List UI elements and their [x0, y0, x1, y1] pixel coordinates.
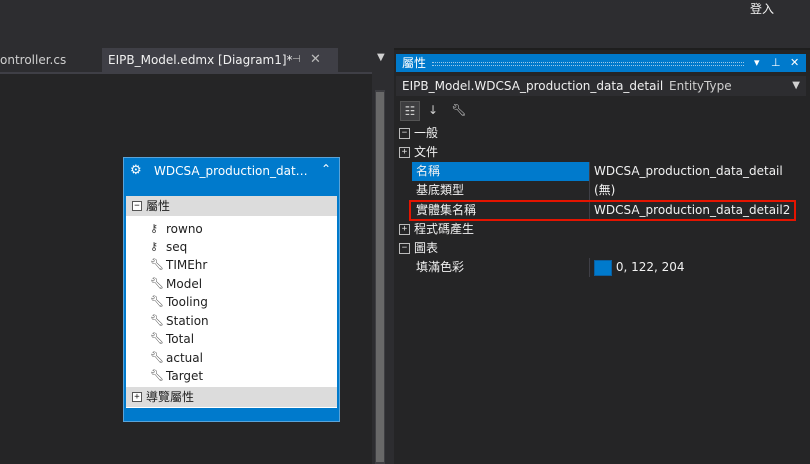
dropdown-icon[interactable]: ▾: [754, 54, 760, 72]
property-key: 基底類型: [412, 181, 590, 200]
object-type: EntityType: [669, 79, 732, 93]
category-label: 一般: [414, 126, 439, 140]
object-name: EIPB_Model.WDCSA_production_data_detail: [402, 79, 664, 93]
pin-icon[interactable]: ⊣: [292, 48, 301, 72]
property-value[interactable]: 0, 122, 204: [594, 258, 685, 277]
property-pages-icon[interactable]: 🔧︎: [450, 101, 468, 119]
expand-icon[interactable]: +: [399, 224, 410, 235]
title-bar: [0, 0, 810, 48]
property-name: Target: [166, 369, 204, 383]
categorized-icon[interactable]: ☷: [400, 101, 420, 121]
grip-dots: [432, 62, 744, 66]
color-swatch: [594, 259, 612, 276]
properties-toolbar: ☷ ↓ 🔧︎: [396, 98, 806, 122]
object-selector[interactable]: EIPB_Model.WDCSA_production_data_detail …: [396, 76, 806, 96]
category-general[interactable]: − 一般: [396, 124, 806, 143]
collapse-icon[interactable]: −: [399, 128, 410, 139]
expand-icon[interactable]: +: [132, 392, 142, 402]
property-name: TIMEhr: [166, 258, 208, 272]
tab-controller[interactable]: ontroller.cs: [0, 48, 100, 72]
property-row-base-type[interactable]: 基底類型 (無): [396, 181, 806, 200]
expand-icon[interactable]: +: [399, 147, 410, 158]
wrench-icon: 🔧︎: [150, 295, 164, 308]
property-name: Station: [166, 314, 209, 328]
property-name: Model: [166, 277, 203, 291]
property-grid: − 一般 + 文件 名稱 WDCSA_production_data_detai…: [396, 124, 806, 464]
category-documentation[interactable]: + 文件: [396, 143, 806, 162]
property-value[interactable]: (無): [594, 181, 615, 200]
collapse-icon[interactable]: −: [399, 243, 410, 254]
wrench-icon: 🔧︎: [150, 314, 164, 327]
close-icon[interactable]: ✕: [790, 54, 799, 72]
entity-body: − 屬性 ⚷ rowno ⚷ seq 🔧︎ TIMEhr 🔧︎ Model 🔧︎…: [126, 196, 337, 408]
wrench-icon: 🔧︎: [150, 258, 164, 271]
document-tab-strip: ontroller.cs EIPB_Model.edmx [Diagram1]*…: [0, 48, 372, 72]
chevron-down-icon[interactable]: ▼: [792, 76, 800, 96]
entity-property-seq[interactable]: ⚷ seq: [126, 238, 337, 256]
login-link[interactable]: 登入: [750, 0, 774, 17]
tab-label: ontroller.cs: [0, 53, 67, 67]
category-label: 程式碼產生: [414, 222, 475, 236]
entity-property-rowno[interactable]: ⚷ rowno: [126, 220, 337, 238]
category-diagram[interactable]: − 圖表: [396, 239, 806, 258]
properties-section-header[interactable]: − 屬性: [126, 196, 337, 216]
tab-overflow-dropdown-icon[interactable]: ▼: [377, 52, 385, 63]
section-label: 導覽屬性: [146, 390, 195, 404]
section-label: 屬性: [146, 199, 171, 213]
property-name: seq: [166, 240, 188, 254]
entity-property-total[interactable]: 🔧︎ Total: [126, 330, 337, 348]
tab-label: EIPB_Model.edmx [Diagram1]*: [108, 53, 293, 67]
key-icon: ⚷: [150, 240, 159, 253]
property-key: 填滿色彩: [412, 258, 590, 277]
key-icon: ⚷: [150, 222, 159, 235]
entity-property-actual[interactable]: 🔧︎ actual: [126, 349, 337, 367]
category-label: 文件: [414, 145, 439, 159]
entity-property-timehr[interactable]: 🔧︎ TIMEhr: [126, 256, 337, 274]
color-value: 0, 122, 204: [615, 260, 685, 274]
wrench-icon: 🔧︎: [150, 332, 164, 345]
pin-icon[interactable]: ⊥: [771, 54, 781, 72]
property-name: Tooling: [166, 295, 208, 309]
chevron-up-icon[interactable]: ⌃: [321, 162, 331, 176]
entity-property-target[interactable]: 🔧︎ Target: [126, 367, 337, 385]
close-icon[interactable]: ✕: [310, 48, 321, 72]
wrench-icon: 🔧︎: [150, 351, 164, 364]
properties-panel: 屬性 ▾ ⊥ ✕ EIPB_Model.WDCSA_production_dat…: [394, 50, 810, 464]
scrollbar-thumb[interactable]: [376, 92, 384, 462]
category-label: 圖表: [414, 241, 439, 255]
navigation-section-header[interactable]: + 導覽屬性: [126, 387, 337, 407]
tab-edmx-diagram[interactable]: EIPB_Model.edmx [Diagram1]* ⊣ ✕: [102, 48, 338, 72]
panel-title: 屬性: [402, 56, 427, 70]
highlight-box: [409, 200, 796, 221]
property-row-fill-color[interactable]: 填滿色彩 0, 122, 204: [396, 258, 806, 277]
property-name: rowno: [166, 222, 203, 236]
entity-shape[interactable]: ⚙ WDCSA_production_data_d... ⌃ − 屬性 ⚷ ro…: [123, 157, 340, 422]
properties-title-bar[interactable]: 屬性 ▾ ⊥ ✕: [396, 54, 806, 72]
entity-property-model[interactable]: 🔧︎ Model: [126, 275, 337, 293]
property-row-name[interactable]: 名稱 WDCSA_production_data_detail: [396, 162, 806, 181]
entity-property-station[interactable]: 🔧︎ Station: [126, 312, 337, 330]
property-value[interactable]: WDCSA_production_data_detail: [594, 162, 783, 181]
entity-header[interactable]: ⚙ WDCSA_production_data_d... ⌃: [124, 158, 339, 186]
wrench-icon: 🔧︎: [150, 277, 164, 290]
wrench-icon: 🔧︎: [150, 369, 164, 382]
entity-name: WDCSA_production_data_d...: [154, 164, 314, 178]
property-key: 名稱: [412, 162, 590, 181]
property-name: actual: [166, 351, 203, 365]
entity-type-icon: ⚙: [130, 163, 142, 178]
alphabetical-sort-icon[interactable]: ↓: [424, 101, 442, 119]
category-codegen[interactable]: + 程式碼產生: [396, 220, 806, 239]
collapse-icon[interactable]: −: [132, 201, 142, 211]
entity-property-tooling[interactable]: 🔧︎ Tooling: [126, 293, 337, 311]
property-name: Total: [166, 332, 195, 346]
